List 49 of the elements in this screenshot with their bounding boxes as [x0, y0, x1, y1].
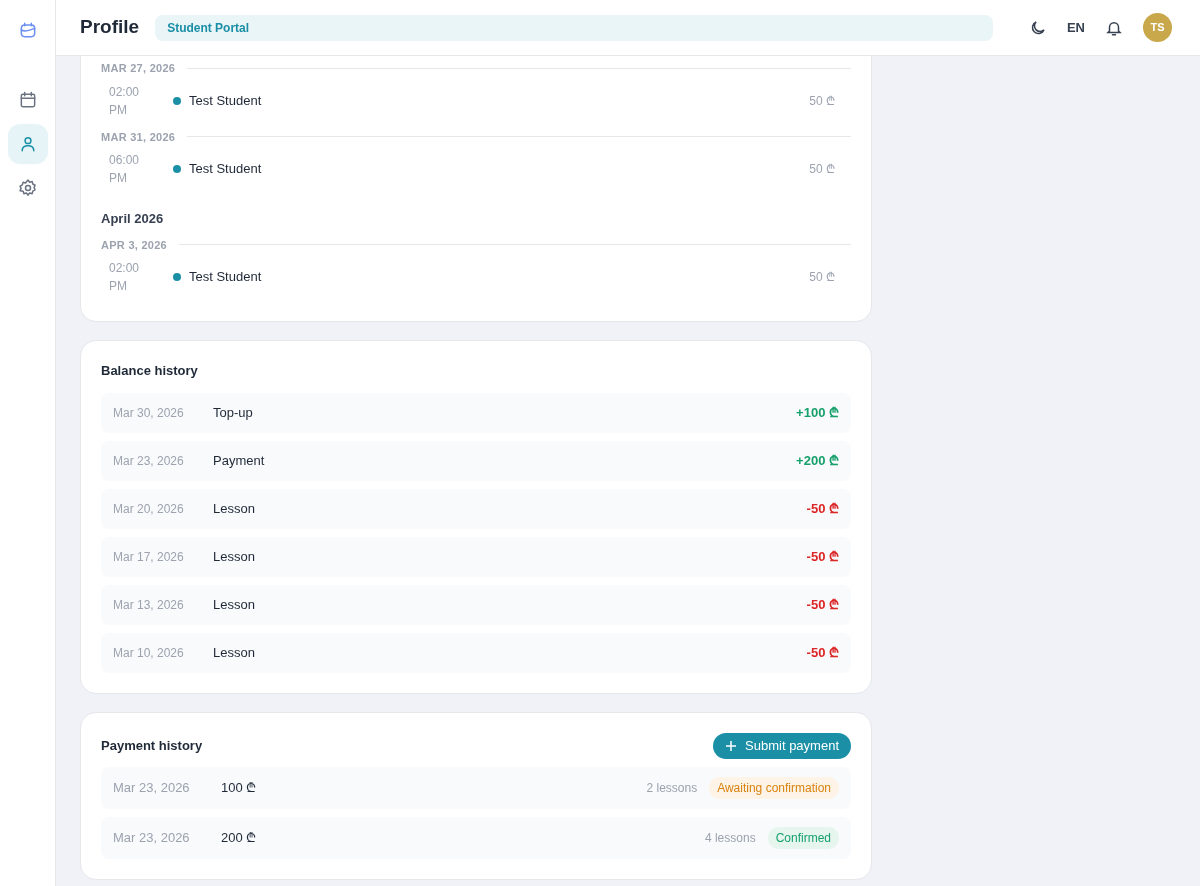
plus-icon [725, 739, 738, 752]
section-title: Payment history [101, 736, 203, 755]
transaction-amount: +200 ₾ [796, 451, 839, 470]
transaction-type: Top-up [213, 403, 254, 422]
transaction-type: Lesson [213, 547, 256, 566]
transaction-date: Mar 30, 2026 [113, 404, 185, 422]
student-name: Test Student [189, 268, 263, 287]
portal-label: Student Portal [167, 19, 250, 37]
transaction-date: Mar 10, 2026 [113, 644, 185, 662]
language-button[interactable]: EN [1066, 17, 1085, 38]
lesson-count: 4 lessons [704, 829, 756, 847]
transaction-date: Mar 17, 2026 [113, 548, 185, 566]
transaction-type: Payment [213, 451, 266, 470]
transaction-type: Lesson [213, 643, 256, 662]
status-badge: Awaiting confirmation [709, 776, 839, 799]
lesson-time: 02:00 PM [109, 260, 141, 295]
student-name: Test Student [189, 160, 263, 179]
payment-date: Mar 23, 2026 [113, 828, 191, 847]
payment-amount: 100 ₾ [221, 778, 258, 797]
nav-item[interactable] [7, 124, 48, 164]
transaction-amount: -50 ₾ [806, 595, 839, 614]
transaction-amount: -50 ₾ [806, 643, 839, 662]
section-title: Balance history [101, 362, 199, 380]
transaction-amount: -50 ₾ [806, 499, 839, 518]
transaction-type: Lesson [213, 595, 256, 614]
settings-icon [17, 178, 38, 198]
lesson-price: 50 ₾ [809, 92, 835, 110]
transaction-date: Mar 13, 2026 [113, 596, 185, 614]
transaction-amount: -50 ₾ [806, 547, 839, 566]
month-heading: April 2026 [101, 210, 165, 228]
lesson-price: 50 ₾ [809, 269, 835, 286]
page-title: Profile [80, 15, 140, 40]
avatar[interactable]: TS [1143, 13, 1172, 42]
date-label: MAR 27, 2026 [101, 61, 176, 76]
submit-payment-button[interactable]: Submit payment [713, 732, 851, 759]
lesson-time: 02:00 PM [109, 83, 141, 119]
payment-amount: 200 ₾ [221, 828, 258, 847]
student-name: Test Student [189, 91, 263, 110]
lesson-count: 2 lessons [646, 779, 698, 797]
lesson-time: 06:00 PM [109, 152, 141, 187]
transaction-amount: +100 ₾ [796, 403, 839, 422]
status-badge: Confirmed [767, 826, 839, 849]
date-label: MAR 31, 2026 [101, 129, 176, 145]
lesson-price: 50 ₾ [809, 161, 835, 178]
date-label: APR 3, 2026 [101, 237, 167, 253]
transaction-date: Mar 20, 2026 [113, 500, 185, 518]
transaction-date: Mar 23, 2026 [113, 452, 185, 470]
transaction-type: Lesson [213, 499, 256, 518]
payment-date: Mar 23, 2026 [113, 778, 191, 797]
